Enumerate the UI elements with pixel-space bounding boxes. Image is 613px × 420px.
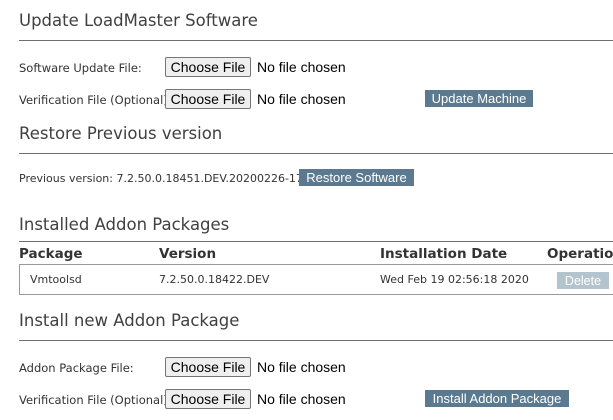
column-header-operation: Operation	[547, 246, 613, 262]
update-machine-button[interactable]: Update Machine	[425, 90, 533, 107]
column-header-installation-date: Installation Date	[380, 246, 508, 262]
update-section-title: Update LoadMaster Software	[19, 11, 258, 30]
install-addon-package-button[interactable]: Install Addon Package	[425, 390, 569, 407]
software-update-file-status: No file chosen	[257, 59, 346, 75]
addon-installation-date: Wed Feb 19 02:56:18 2020	[380, 273, 529, 286]
verification-file-status: No file chosen	[257, 91, 346, 107]
addon-version: 7.2.50.0.18422.DEV	[159, 273, 270, 286]
software-update-file-label: Software Update File:	[19, 61, 142, 75]
software-update-choose-file-button[interactable]: Choose File	[165, 57, 251, 77]
previous-version-text: Previous version: 7.2.50.0.18451.DEV.202…	[19, 172, 317, 185]
addons-section-title: Installed Addon Packages	[19, 215, 230, 234]
restore-section-title: Restore Previous version	[19, 124, 223, 143]
column-header-package: Package	[19, 246, 83, 262]
addon-delete-button[interactable]: Delete	[557, 272, 609, 289]
addon-package-choose-file-button[interactable]: Choose File	[165, 357, 251, 377]
restore-section-divider	[19, 153, 613, 154]
verification-choose-file-button[interactable]: Choose File	[165, 89, 251, 109]
addon-package-file-status: No file chosen	[257, 359, 346, 375]
install-section-divider	[19, 340, 613, 341]
addons-section-divider	[19, 241, 613, 242]
install-section-title: Install new Addon Package	[19, 311, 240, 330]
update-section-divider	[19, 40, 613, 41]
addon-verification-choose-file-button[interactable]: Choose File	[165, 389, 251, 409]
addon-package-file-label: Addon Package File:	[19, 361, 134, 375]
column-header-version: Version	[159, 246, 217, 262]
addon-package-name: Vmtoolsd	[30, 273, 82, 286]
addon-verification-file-status: No file chosen	[257, 391, 346, 407]
restore-software-button[interactable]: Restore Software	[299, 169, 414, 186]
verification-file-label: Verification File (Optional):	[19, 93, 172, 107]
addon-verification-file-label: Verification File (Optional):	[19, 393, 172, 407]
